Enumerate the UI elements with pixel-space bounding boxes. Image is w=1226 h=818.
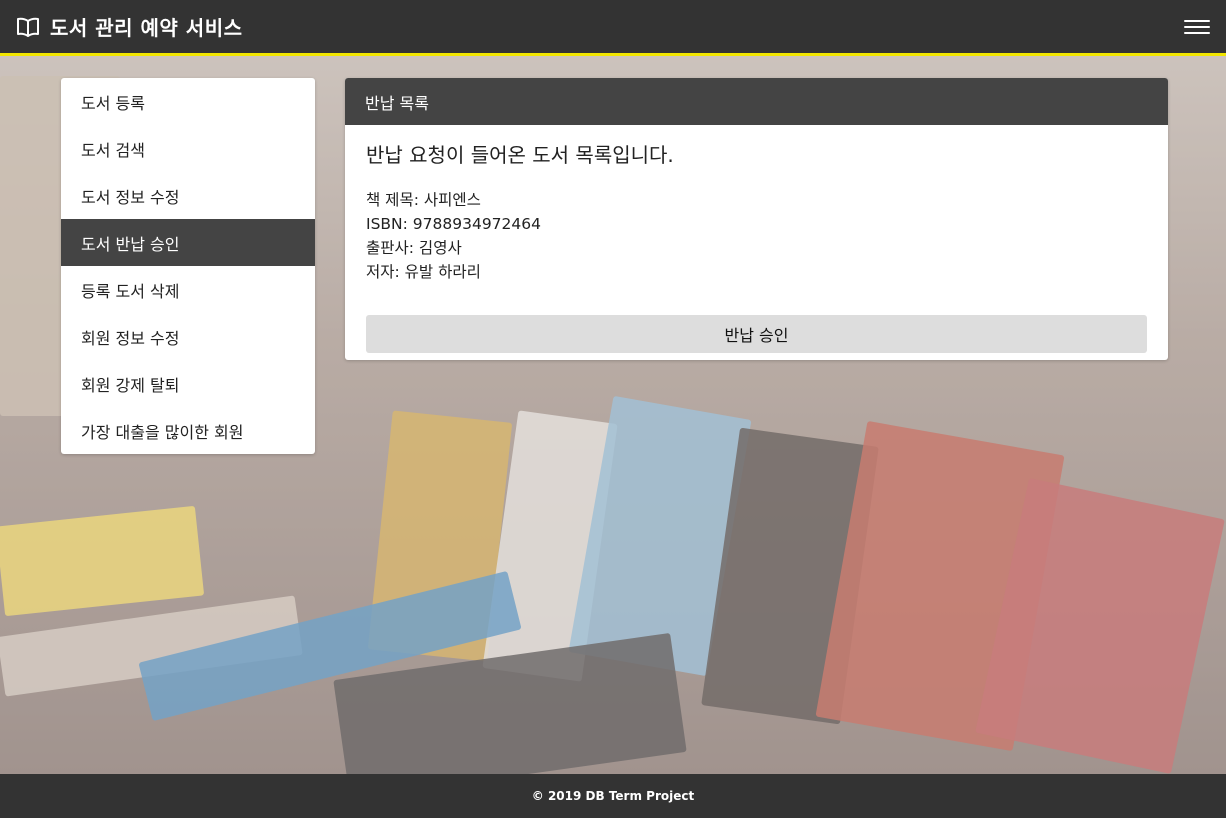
panel-lead-text: 반납 요청이 들어온 도서 목록입니다.: [366, 143, 674, 167]
panel-body: 반납 요청이 들어온 도서 목록입니다. 책 제목: 사피엔스 ISBN: 97…: [345, 125, 1168, 353]
book-author-line: 저자: 유발 하라리: [366, 263, 481, 281]
return-list-panel: 반납 목록 반납 요청이 들어온 도서 목록입니다. 책 제목: 사피엔스 IS…: [345, 78, 1168, 360]
hamburger-menu-icon[interactable]: [1184, 16, 1210, 38]
sidebar-menu: 도서 등록 도서 검색 도서 정보 수정 도서 반납 승인 등록 도서 삭제 회…: [61, 78, 315, 454]
sidebar-item-top-borrower[interactable]: 가장 대출을 많이한 회원: [61, 407, 315, 454]
app-title: 도서 관리 예약 서비스: [50, 16, 243, 40]
open-book-icon: [17, 17, 39, 37]
sidebar-item-member-edit[interactable]: 회원 정보 수정: [61, 313, 315, 360]
book-publisher-line: 출판사: 김영사: [366, 239, 462, 257]
sidebar-item-return-approval[interactable]: 도서 반납 승인: [61, 219, 315, 266]
top-navbar: 도서 관리 예약 서비스: [0, 0, 1226, 56]
panel-title: 반납 목록: [345, 78, 1168, 125]
footer-copyright: © 2019 DB Term Project: [531, 789, 695, 803]
sidebar-item-book-edit[interactable]: 도서 정보 수정: [61, 172, 315, 219]
sidebar-item-book-search[interactable]: 도서 검색: [61, 125, 315, 172]
brand[interactable]: 도서 관리 예약 서비스: [16, 12, 243, 41]
book-isbn-line: ISBN: 9788934972464: [366, 215, 541, 233]
sidebar-item-book-delete[interactable]: 등록 도서 삭제: [61, 266, 315, 313]
approve-return-button[interactable]: 반납 승인: [366, 315, 1147, 353]
sidebar-item-member-remove[interactable]: 회원 강제 탈퇴: [61, 360, 315, 407]
footer: © 2019 DB Term Project: [0, 774, 1226, 818]
sidebar-item-book-register[interactable]: 도서 등록: [61, 78, 315, 125]
book-title-line: 책 제목: 사피엔스: [366, 191, 481, 209]
